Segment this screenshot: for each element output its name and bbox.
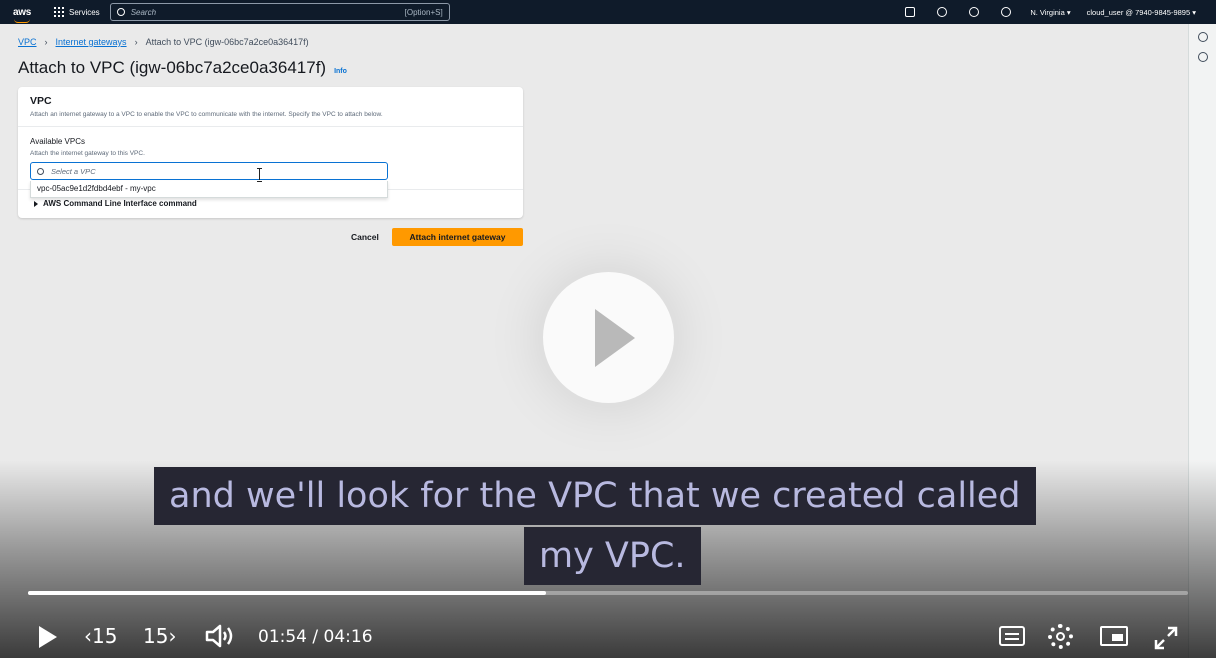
panel-header: VPC Attach an internet gateway to a VPC … xyxy=(18,87,523,127)
page-title-row: Attach to VPC (igw-06bc7a2ce0a36417f) In… xyxy=(18,58,347,78)
caret-right-icon xyxy=(34,200,38,207)
volume-icon[interactable] xyxy=(205,623,237,649)
nav-right-group: N. Virginia ▾ cloud_user @ 7940-9845-989… xyxy=(894,7,1216,17)
caption-line-1: and we'll look for the VPC that we creat… xyxy=(154,467,1036,525)
fullscreen-icon[interactable] xyxy=(1153,625,1179,651)
breadcrumb-internet-gateways-link[interactable]: Internet gateways xyxy=(56,37,127,47)
region-selector[interactable]: N. Virginia ▾ xyxy=(1030,8,1070,17)
available-vpcs-label: Available VPCs xyxy=(30,137,85,146)
chevron-right-icon: › xyxy=(134,37,138,47)
vpc-dropdown-option[interactable]: vpc-05ac9e1d2fdbd4ebf - my-vpc xyxy=(30,181,388,198)
video-progress-fill xyxy=(28,591,546,595)
big-play-button[interactable] xyxy=(543,272,674,403)
account-menu[interactable]: cloud_user @ 7940-9845-9895 ▾ xyxy=(1087,8,1196,17)
caption-line-2: my VPC. xyxy=(524,527,701,585)
search-icon xyxy=(37,167,44,175)
vpc-select-placeholder: Select a VPC xyxy=(51,166,96,176)
breadcrumb: VPC › Internet gateways › Attach to VPC … xyxy=(18,37,309,47)
feedback-icon[interactable] xyxy=(1197,52,1208,62)
search-icon xyxy=(116,8,125,16)
vpc-panel: VPC Attach an internet gateway to a VPC … xyxy=(18,87,523,218)
info-link[interactable]: Info xyxy=(334,68,347,75)
breadcrumb-current: Attach to VPC (igw-06bc7a2ce0a36417f) xyxy=(145,37,309,47)
text-cursor-icon xyxy=(257,168,262,182)
grid-icon xyxy=(54,7,64,17)
search-shortcut-hint: [Option+S] xyxy=(404,7,443,17)
services-menu-button[interactable]: Services xyxy=(54,7,100,17)
aws-logo-text: aws xyxy=(13,6,32,18)
play-button[interactable] xyxy=(39,626,57,648)
video-controls: ‹15 15› 01:54 / 04:16 xyxy=(0,610,1216,658)
search-placeholder: Search xyxy=(130,7,157,17)
right-tools-rail xyxy=(1188,24,1216,658)
services-label: Services xyxy=(69,7,100,17)
help-icon[interactable] xyxy=(969,7,980,17)
chevron-right-icon: › xyxy=(44,37,48,47)
play-icon xyxy=(595,309,635,367)
available-vpcs-description: Attach the internet gateway to this VPC. xyxy=(30,150,145,157)
video-time: 01:54 / 04:16 xyxy=(258,627,373,647)
attach-internet-gateway-button[interactable]: Attach internet gateway xyxy=(392,228,523,246)
aws-smile-icon xyxy=(14,19,30,23)
panel-description: Attach an internet gateway to a VPC to e… xyxy=(30,111,383,118)
info-panel-icon[interactable] xyxy=(1197,32,1208,42)
captions-icon[interactable] xyxy=(999,626,1025,646)
skip-forward-15-button[interactable]: 15› xyxy=(143,624,176,648)
cancel-button[interactable]: Cancel xyxy=(343,228,387,246)
gear-icon[interactable] xyxy=(1048,624,1073,649)
cli-command-expander[interactable]: AWS Command Line Interface command xyxy=(34,199,197,208)
vpc-select-input[interactable]: Select a VPC xyxy=(30,162,388,180)
video-progress-bar[interactable] xyxy=(28,591,1188,595)
settings-icon[interactable] xyxy=(1001,7,1012,17)
cloudshell-icon[interactable] xyxy=(905,7,916,17)
page-title: Attach to VPC (igw-06bc7a2ce0a36417f) xyxy=(18,58,327,77)
breadcrumb-vpc-link[interactable]: VPC xyxy=(18,37,37,47)
skip-back-15-button[interactable]: ‹15 xyxy=(84,624,117,648)
cli-command-label: AWS Command Line Interface command xyxy=(43,199,197,208)
notifications-icon[interactable] xyxy=(937,7,948,17)
aws-logo[interactable]: aws xyxy=(0,6,36,23)
picture-in-picture-icon[interactable] xyxy=(1100,626,1128,646)
panel-title: VPC xyxy=(30,95,52,107)
aws-top-nav: aws Services Search [Option+S] N. Virgin… xyxy=(0,0,1216,24)
search-input[interactable]: Search [Option+S] xyxy=(109,3,450,21)
